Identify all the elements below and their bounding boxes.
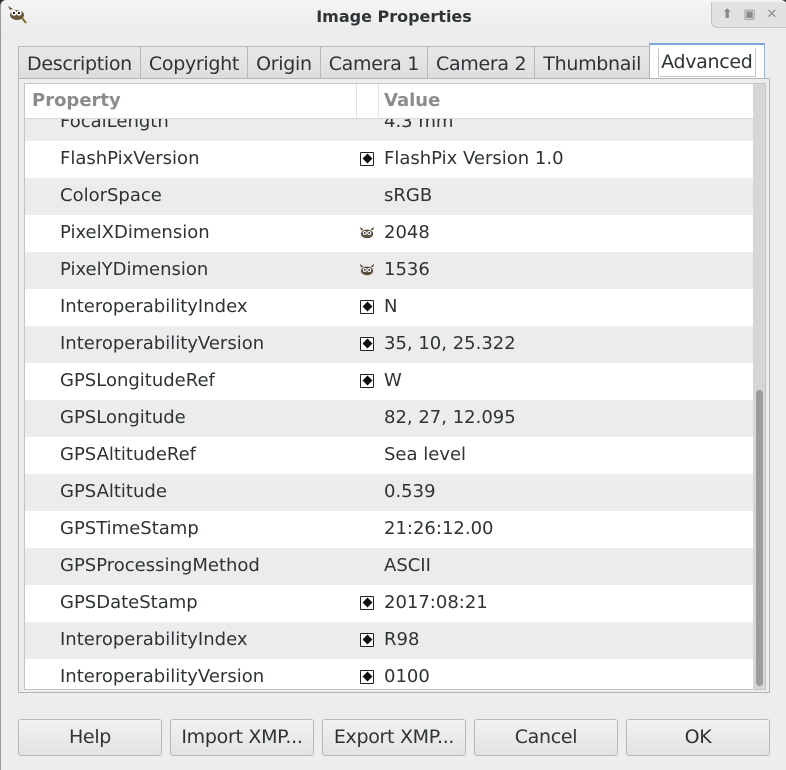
property-value: ASCII — [384, 555, 431, 576]
column-header-property[interactable]: Property — [32, 90, 121, 111]
column-header-value[interactable]: Value — [384, 90, 440, 111]
tab-origin[interactable]: Origin — [247, 46, 320, 82]
column-separator — [378, 84, 379, 119]
table-row[interactable]: GPSProcessingMethod ASCII — [25, 548, 753, 585]
property-name: InteroperabilityIndex — [60, 296, 248, 317]
dialog-buttons: Help Import XMP... Export XMP... Cancel … — [18, 719, 770, 756]
tab-camera-2[interactable]: Camera 2 — [427, 46, 535, 82]
property-name: InteroperabilityIndex — [60, 629, 248, 650]
table-row[interactable]: InteroperabilityVersion 0100 — [25, 659, 753, 689]
property-value: 0100 — [384, 666, 430, 687]
tab-advanced[interactable]: Advanced — [649, 43, 765, 81]
property-value: sRGB — [384, 185, 433, 206]
table-row[interactable]: FlashPixVersion FlashPix Version 1.0 — [25, 141, 753, 178]
edit-icon — [360, 300, 374, 314]
property-name: PixelYDimension — [60, 259, 209, 280]
property-name: GPSLongitude — [60, 407, 186, 428]
edit-icon — [360, 633, 374, 647]
edit-icon — [360, 152, 374, 166]
property-value: 1536 — [384, 259, 430, 280]
table-row[interactable]: GPSDateStamp 2017:08:21 — [25, 585, 753, 622]
import-xmp-button[interactable]: Import XMP... — [170, 719, 314, 756]
tab-content-advanced: FocalLength 4.3 mm FlashPixVersion FlashPix… — [18, 78, 770, 693]
image-properties-dialog: Image Properties ⬆ ▣ ✕ Description Copyr… — [0, 0, 786, 770]
property-name: FlashPixVersion — [60, 148, 200, 169]
property-value: N — [384, 296, 398, 317]
table-row[interactable]: PixelXDimension 2048 — [25, 215, 753, 252]
scrollbar-thumb[interactable] — [756, 390, 763, 686]
minimize-button[interactable]: ⬆ — [719, 7, 735, 23]
tab-advanced-label: Advanced — [658, 48, 756, 77]
property-value: 21:26:12.00 — [384, 518, 494, 539]
property-name: InteroperabilityVersion — [60, 666, 265, 687]
tab-description[interactable]: Description — [18, 46, 140, 82]
property-name: PixelXDimension — [60, 222, 210, 243]
properties-table: FocalLength 4.3 mm FlashPixVersion FlashPix… — [24, 83, 766, 690]
table-row[interactable]: InteroperabilityIndex N — [25, 289, 753, 326]
edit-icon — [360, 670, 374, 684]
gimp-icon — [360, 263, 374, 277]
property-name: GPSProcessingMethod — [60, 555, 260, 576]
tab-copyright[interactable]: Copyright — [139, 46, 248, 82]
gimp-icon — [360, 226, 374, 240]
maximize-button[interactable]: ▣ — [741, 7, 757, 23]
table-row[interactable]: PixelYDimension 1536 — [25, 252, 753, 289]
property-value: 2017:08:21 — [384, 592, 488, 613]
edit-icon — [360, 337, 374, 351]
tab-thumbnail[interactable]: Thumbnail — [534, 46, 650, 82]
column-separator — [356, 84, 357, 119]
table-body: FocalLength 4.3 mm FlashPixVersion FlashPix… — [25, 104, 753, 689]
property-name: GPSDateStamp — [60, 592, 198, 613]
property-name: GPSAltitudeRef — [60, 444, 197, 465]
property-name: ColorSpace — [60, 185, 162, 206]
table-header: Property Value — [25, 84, 753, 119]
table-row[interactable]: GPSLongitude 82, 27, 12.095 — [25, 400, 753, 437]
property-value: 35, 10, 25.322 — [384, 333, 516, 354]
table-row[interactable]: ColorSpace sRGB — [25, 178, 753, 215]
table-row[interactable]: GPSTimeStamp 21:26:12.00 — [25, 511, 753, 548]
property-value: 82, 27, 12.095 — [384, 407, 516, 428]
property-name: GPSLongitudeRef — [60, 370, 215, 391]
table-row[interactable]: GPSLongitudeRef W — [25, 363, 753, 400]
window-controls: ⬆ ▣ ✕ — [711, 2, 786, 28]
property-value: W — [384, 370, 402, 391]
table-row[interactable]: InteroperabilityVersion 35, 10, 25.322 — [25, 326, 753, 363]
property-name: GPSAltitude — [60, 481, 167, 502]
ok-button[interactable]: OK — [626, 719, 770, 756]
property-value: R98 — [384, 629, 420, 650]
table-row[interactable]: InteroperabilityIndex R98 — [25, 622, 753, 659]
tab-bar: Description Copyright Origin Camera 1 Ca… — [18, 43, 765, 82]
vertical-scrollbar[interactable] — [753, 84, 765, 689]
close-button[interactable]: ✕ — [764, 7, 780, 23]
property-value: FlashPix Version 1.0 — [384, 148, 564, 169]
property-name: GPSTimeStamp — [60, 518, 199, 539]
export-xmp-button[interactable]: Export XMP... — [322, 719, 466, 756]
cancel-button[interactable]: Cancel — [474, 719, 618, 756]
property-value: 0.539 — [384, 481, 436, 502]
property-value: Sea level — [384, 444, 467, 465]
arrow-up-icon: ⬆ — [721, 7, 733, 22]
property-value: 2048 — [384, 222, 430, 243]
property-name: InteroperabilityVersion — [60, 333, 265, 354]
table-row[interactable]: GPSAltitude 0.539 — [25, 474, 753, 511]
title-bar[interactable]: Image Properties ⬆ ▣ ✕ — [1, 0, 786, 34]
edit-icon — [360, 374, 374, 388]
maximize-icon: ▣ — [743, 7, 756, 22]
close-icon: ✕ — [766, 7, 778, 22]
table-row[interactable]: GPSAltitudeRef Sea level — [25, 437, 753, 474]
help-button[interactable]: Help — [18, 719, 162, 756]
tab-camera-1[interactable]: Camera 1 — [319, 46, 427, 82]
window-title: Image Properties — [316, 7, 472, 26]
edit-icon — [360, 596, 374, 610]
